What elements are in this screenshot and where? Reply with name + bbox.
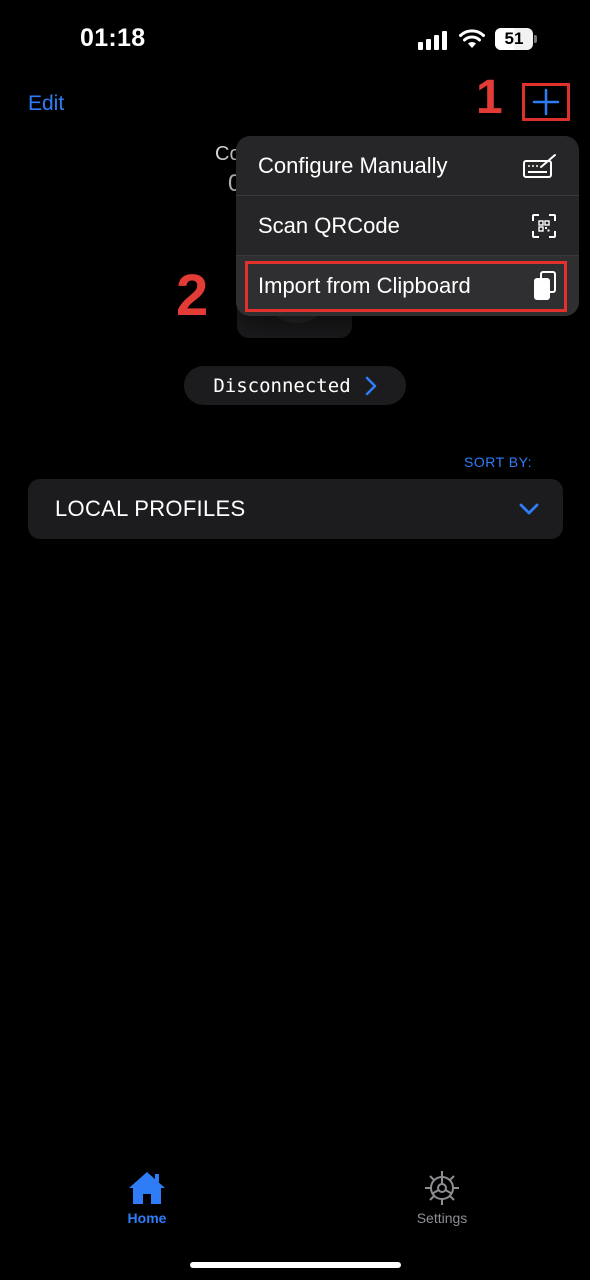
connection-status-text: Disconnected [213, 374, 351, 397]
home-indicator[interactable] [190, 1262, 401, 1268]
cellular-signal-icon [418, 30, 448, 50]
annotation-step-2: 2 [176, 263, 209, 328]
battery-icon: 51 [495, 28, 533, 50]
tab-settings[interactable]: Settings [382, 1170, 502, 1226]
tab-settings-label: Settings [416, 1210, 468, 1226]
connection-status-button[interactable]: Disconnected [184, 366, 406, 405]
sort-by-button[interactable]: SORT BY: [464, 454, 532, 470]
chevron-down-icon [519, 503, 539, 515]
keyboard-pencil-icon [523, 153, 557, 179]
menu-item-label: Scan QRCode [258, 213, 400, 238]
menu-item-scan-qrcode[interactable]: Scan QRCode [236, 196, 579, 256]
add-profile-button[interactable] [522, 83, 570, 121]
qrcode-scan-icon [531, 213, 557, 239]
battery-percent: 51 [504, 29, 524, 48]
gear-icon [425, 1171, 459, 1205]
wifi-icon [459, 29, 485, 48]
profiles-selector-label: LOCAL PROFILES [55, 496, 246, 521]
menu-item-label: Configure Manually [258, 153, 448, 178]
chevron-right-icon [365, 376, 376, 395]
battery-cap [534, 35, 537, 43]
tab-home-label: Home [127, 1210, 167, 1226]
annotation-highlight-box [245, 261, 567, 312]
annotation-step-1: 1 [476, 71, 503, 124]
plus-icon [532, 88, 560, 116]
tab-home[interactable]: Home [87, 1170, 207, 1226]
home-icon [129, 1172, 165, 1204]
menu-item-configure-manually[interactable]: Configure Manually [236, 136, 579, 196]
edit-button[interactable]: Edit [28, 92, 64, 116]
profiles-selector[interactable]: LOCAL PROFILES [28, 479, 563, 539]
status-time: 01:18 [80, 24, 146, 52]
